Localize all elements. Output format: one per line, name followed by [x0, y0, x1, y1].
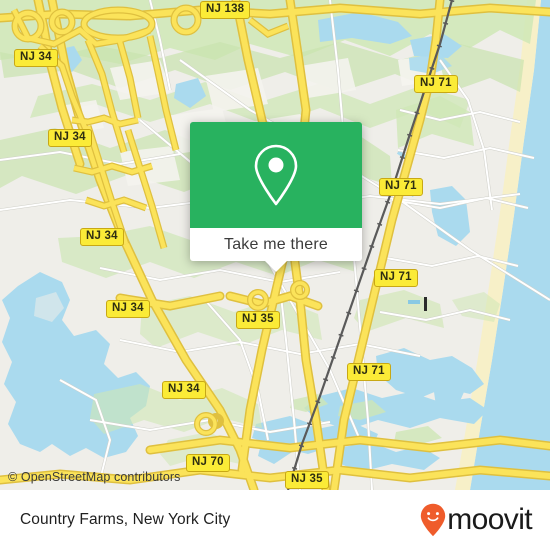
road-shield: NJ 35: [285, 471, 329, 489]
pier-marker: [424, 297, 427, 311]
callout-pointer: [264, 260, 288, 272]
place-name-label: Country Farms, New York City: [20, 511, 231, 528]
road-shield: NJ 34: [162, 381, 206, 399]
moovit-pin-smiley-icon: [421, 503, 446, 537]
road-shield: NJ 71: [379, 178, 423, 196]
road-shield: NJ 71: [414, 75, 458, 93]
openstreetmap-attribution[interactable]: © OpenStreetMap contributors: [8, 470, 181, 484]
callout-action-panel[interactable]: Take me there: [190, 228, 362, 272]
take-me-there-callout[interactable]: Take me there: [190, 122, 362, 272]
road-shield: NJ 34: [48, 129, 92, 147]
inlet-marker: [408, 300, 420, 304]
road-shield: NJ 35: [236, 311, 280, 329]
callout-marker-panel: [190, 122, 362, 228]
road-shield: NJ 34: [14, 49, 58, 67]
road-shield: NJ 71: [347, 363, 391, 381]
moovit-logo[interactable]: moovit: [420, 503, 533, 537]
map-pin-icon: [254, 144, 298, 206]
road-shield: NJ 138: [200, 1, 251, 19]
road-shield: NJ 34: [80, 228, 124, 246]
road-shield: NJ 34: [106, 300, 150, 318]
take-me-there-label: Take me there: [224, 235, 328, 253]
road-shield: NJ 71: [374, 269, 418, 287]
road-shield: NJ 70: [186, 454, 230, 472]
moovit-wordmark: moovit: [447, 503, 532, 536]
moovit-map-screenshot: NJ 138 NJ 34 NJ 71 NJ 34 NJ 71 NJ 34 NJ 71 NJ 3…: [0, 0, 550, 550]
footer-bar: Country Farms, New York City moovit: [0, 490, 550, 550]
